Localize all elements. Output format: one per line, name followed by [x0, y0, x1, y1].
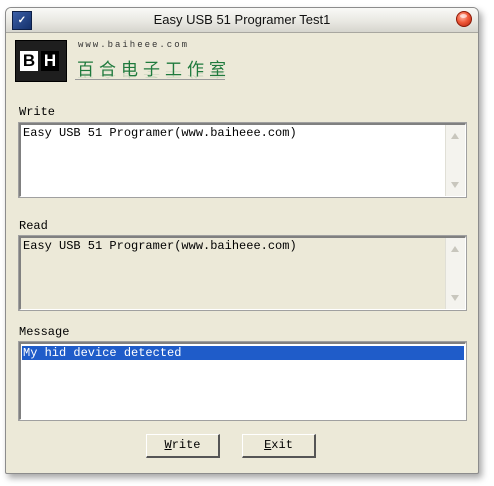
window-title: Easy USB 51 Programer Test1 — [153, 12, 331, 27]
exit-button[interactable]: Exit — [242, 434, 316, 458]
write-scrollbar[interactable] — [445, 125, 465, 196]
message-label: Message — [19, 325, 70, 339]
logo-bh-mark: B H — [15, 40, 67, 82]
read-label: Read — [19, 219, 48, 233]
logo-url: www.baiheee.com — [78, 40, 190, 50]
close-icon[interactable] — [456, 11, 472, 27]
message-item-selected[interactable]: My hid device detected — [22, 346, 464, 360]
write-text: Easy USB 51 Programer(www.baiheee.com) — [23, 126, 297, 140]
scroll-down-icon[interactable] — [451, 182, 459, 188]
logo-h: H — [41, 51, 59, 71]
message-listbox[interactable]: My hid device detected — [18, 341, 467, 421]
scroll-up-icon[interactable] — [451, 133, 459, 139]
logo-b: B — [20, 51, 38, 71]
write-button-mnemonic: W — [164, 438, 172, 452]
write-label: Write — [19, 105, 56, 119]
exit-button-rest: xit — [271, 438, 293, 452]
read-text: Easy USB 51 Programer(www.baiheee.com) — [23, 239, 297, 253]
read-scrollbar[interactable] — [445, 238, 465, 309]
write-button[interactable]: Write — [146, 434, 220, 458]
write-button-rest: rite — [171, 438, 201, 452]
scroll-up-icon[interactable] — [451, 246, 459, 252]
title-bar[interactable]: ✓ Easy USB 51 Programer Test1 — [6, 8, 478, 33]
scroll-down-icon[interactable] — [451, 295, 459, 301]
write-textbox[interactable]: Easy USB 51 Programer(www.baiheee.com) — [18, 122, 467, 198]
logo: B H www.baiheee.com 百合电子工作室 百合电子工作室 — [15, 38, 315, 96]
main-window: ✓ Easy USB 51 Programer Test1 B H www.ba… — [5, 7, 479, 474]
read-textbox[interactable]: Easy USB 51 Programer(www.baiheee.com) — [18, 235, 467, 311]
logo-reflection: 百合电子工作室 — [77, 69, 231, 79]
